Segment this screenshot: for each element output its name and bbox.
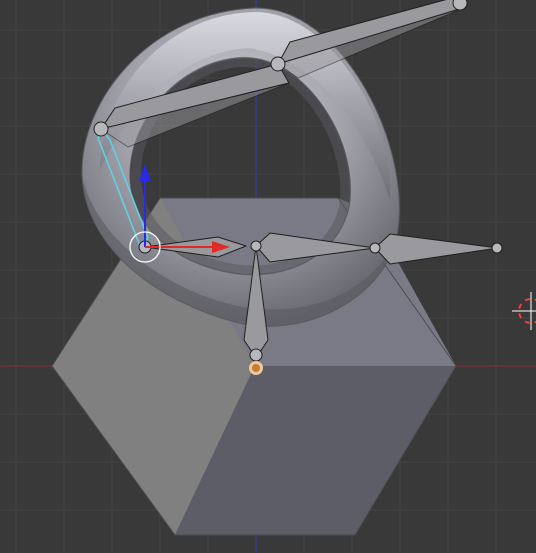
bone-horizontal-3[interactable]: [374, 233, 499, 265]
joint-horizontal-end[interactable]: [491, 242, 503, 254]
joint-upper-left[interactable]: [93, 121, 109, 137]
origin-marker[interactable]: [249, 361, 263, 375]
3d-cursor[interactable]: [512, 292, 536, 330]
joint-upper-mid[interactable]: [270, 56, 286, 72]
joint-vertical-end[interactable]: [249, 348, 263, 362]
joint-upper-right[interactable]: [452, 0, 468, 11]
joint-center[interactable]: [250, 240, 262, 252]
joint-horizontal-mid[interactable]: [369, 242, 381, 254]
3d-viewport[interactable]: [0, 0, 536, 553]
origin-marker-dot: [252, 364, 260, 372]
viewport-canvas[interactable]: [0, 0, 536, 553]
